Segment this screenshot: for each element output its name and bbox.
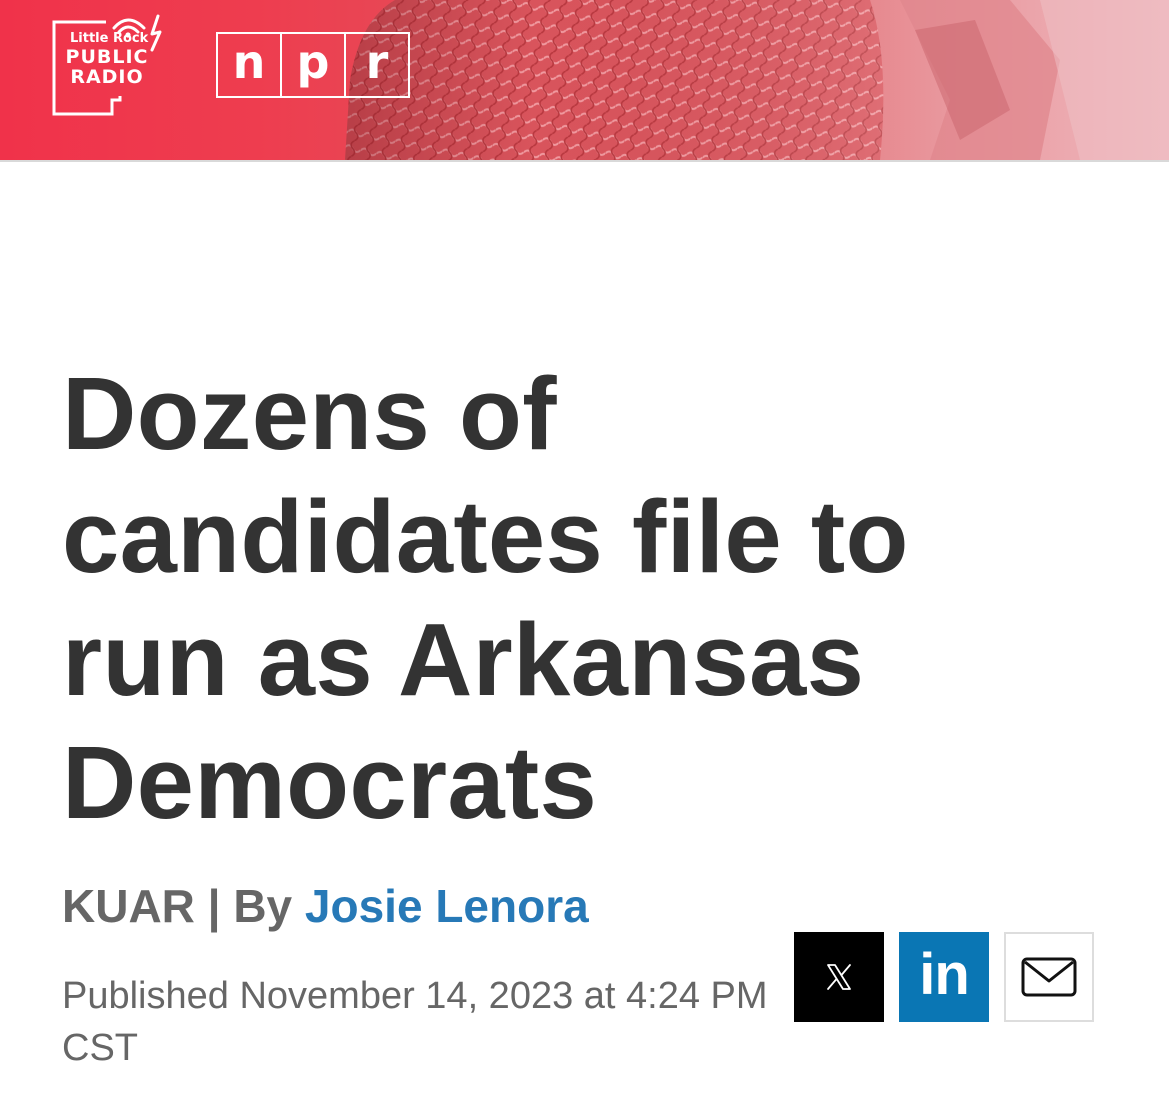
byline-by: By — [233, 880, 293, 932]
npr-logo-letter-p: p — [280, 34, 344, 96]
station-logo-line-1: Little Rock — [70, 31, 149, 46]
little-rock-public-radio-logo[interactable]: Little Rock PUBLIC RADIO — [48, 10, 178, 120]
npr-logo-letter-r: r — [344, 34, 408, 96]
linkedin-icon: in — [919, 942, 970, 1007]
npr-logo-letter-n: n — [232, 35, 266, 89]
author-link[interactable]: Josie Lenora — [305, 880, 589, 932]
byline-separator: | — [207, 880, 221, 932]
x-icon — [827, 964, 851, 990]
share-x-button[interactable] — [794, 932, 884, 1022]
article-byline: KUAR | By Josie Lenora — [62, 878, 589, 934]
npr-logo[interactable]: n p r — [216, 32, 410, 98]
published-date: Published November 14, 2023 at 4:24 PM C… — [62, 975, 768, 1069]
share-email-button[interactable] — [1004, 932, 1094, 1022]
header-banner: Little Rock PUBLIC RADIO n p r — [0, 0, 1169, 160]
byline-source: KUAR — [62, 880, 195, 932]
envelope-icon — [1021, 957, 1077, 997]
station-logo-line-2: PUBLIC — [65, 46, 149, 68]
share-linkedin-button[interactable]: in — [899, 932, 989, 1022]
article-headline: Dozens of candidates file to run as Arka… — [62, 356, 909, 840]
header-divider — [0, 160, 1169, 162]
station-logo-line-3: RADIO — [70, 66, 144, 88]
